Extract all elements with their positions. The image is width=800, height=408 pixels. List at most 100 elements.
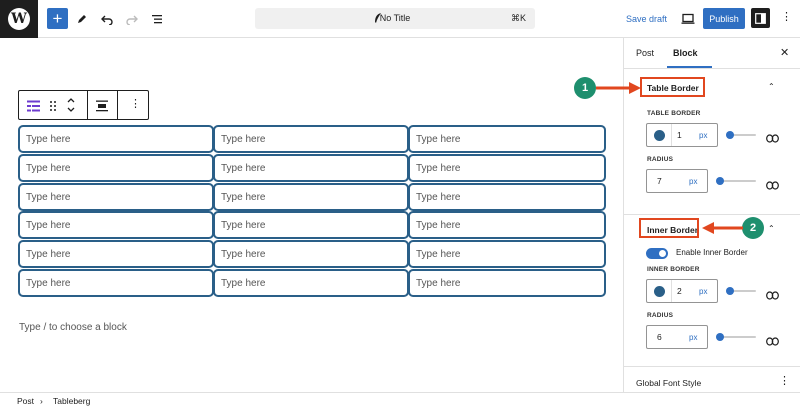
table-cell[interactable]: Type here — [18, 211, 214, 240]
table-radius-slider[interactable] — [716, 176, 756, 186]
preview-icon[interactable] — [678, 9, 698, 29]
table-cell[interactable]: Type here — [18, 269, 214, 297]
table-cell[interactable]: Type here — [18, 153, 214, 182]
table-border-highlight — [640, 77, 705, 97]
tab-block[interactable]: Block — [673, 48, 698, 58]
table-border-label: TABLE BORDER — [647, 110, 701, 117]
save-draft-button[interactable]: Save draft — [626, 14, 667, 24]
table-cell[interactable]: Type here — [408, 240, 606, 269]
table-border-slider[interactable] — [726, 130, 756, 140]
inner-border-slider[interactable] — [726, 286, 756, 296]
divider — [624, 214, 800, 215]
table-cell[interactable]: Type here — [408, 153, 606, 182]
table-cell[interactable]: Type here — [408, 125, 606, 153]
annotation-badge-2: 2 — [742, 217, 764, 239]
annotation-arrow-2 — [701, 221, 743, 240]
table-radius-label: RADIUS — [647, 156, 674, 163]
enable-inner-border-label: Enable Inner Border — [676, 248, 748, 257]
toolbar-divider — [117, 91, 118, 119]
breadcrumb-post[interactable]: Post — [17, 396, 34, 406]
table-radius-value: 7 — [657, 176, 662, 186]
slider-knob[interactable] — [716, 333, 724, 341]
table-cell[interactable]: Type here — [213, 269, 409, 297]
inner-radius-unit[interactable]: px — [689, 333, 697, 342]
link-icon[interactable] — [766, 177, 779, 195]
inner-radius-value: 6 — [657, 332, 662, 342]
table-block-icon[interactable] — [27, 99, 40, 117]
inner-border-highlight — [639, 218, 699, 238]
options-menu-icon[interactable]: ⋮ — [781, 12, 792, 23]
top-toolbar: W + No Title ⌘K Save draft Publish ⋮ — [0, 0, 800, 38]
table-cell[interactable]: Type here — [18, 240, 214, 269]
drag-handle-icon[interactable] — [49, 99, 57, 117]
undo-icon[interactable] — [97, 9, 117, 29]
border-color-swatch[interactable] — [654, 286, 665, 297]
annotation-badge-1: 1 — [574, 77, 596, 99]
table-cell[interactable]: Type here — [213, 182, 409, 211]
divider — [624, 68, 800, 69]
divider — [624, 366, 800, 367]
publish-button[interactable]: Publish — [703, 8, 745, 29]
document-bar[interactable]: No Title ⌘K — [255, 8, 535, 29]
close-icon[interactable]: ✕ — [780, 46, 789, 59]
table-cell[interactable]: Type here — [213, 125, 409, 153]
slider-knob[interactable] — [726, 131, 734, 139]
command-shortcut: ⌘K — [510, 13, 526, 23]
enable-inner-border-toggle[interactable] — [646, 248, 668, 259]
table-radius-unit[interactable]: px — [689, 177, 697, 186]
link-icon[interactable] — [766, 287, 779, 305]
move-up-down-icon[interactable] — [66, 96, 76, 119]
tab-post[interactable]: Post — [636, 48, 654, 58]
wordpress-logo-button[interactable]: W — [0, 0, 38, 38]
inner-border-value: 2 — [677, 286, 682, 296]
table-border-field[interactable]: 1 px — [646, 123, 718, 147]
table-cell[interactable]: Type here — [18, 182, 214, 211]
global-font-style-panel[interactable]: Global Font Style — [636, 378, 701, 388]
table-cell[interactable]: Type here — [213, 211, 409, 240]
block-breadcrumb: Post › Tableberg — [0, 392, 800, 408]
inner-border-field[interactable]: 2 px — [646, 279, 718, 303]
table-cell[interactable]: Type here — [18, 125, 214, 153]
table-cell[interactable]: Type here — [408, 182, 606, 211]
add-block-button[interactable]: + — [47, 8, 68, 29]
document-overview-icon[interactable] — [147, 9, 167, 29]
align-icon[interactable] — [96, 99, 108, 117]
table-border-value: 1 — [677, 130, 682, 140]
table-radius-field[interactable]: 7 px — [646, 169, 708, 193]
slider-knob[interactable] — [726, 287, 734, 295]
inner-border-label: INNER BORDER — [647, 266, 700, 273]
block-options-icon[interactable]: ⋮ — [130, 99, 141, 110]
chevron-right-icon: › — [40, 396, 43, 406]
block-toolbar: ⋮ — [18, 90, 149, 120]
tools-pencil-icon[interactable] — [72, 9, 92, 29]
chevron-up-icon[interactable]: ⌃ — [768, 224, 775, 233]
field-separator — [671, 124, 672, 146]
settings-sidebar-icon[interactable] — [751, 8, 770, 28]
border-color-swatch[interactable] — [654, 130, 665, 141]
link-icon[interactable] — [766, 130, 779, 148]
toolbar-divider — [87, 91, 88, 119]
inner-radius-field[interactable]: 6 px — [646, 325, 708, 349]
breadcrumb-tableberg[interactable]: Tableberg — [53, 396, 90, 406]
table-block[interactable]: Type here Type here Type here Type here Type… — [18, 125, 606, 300]
inner-border-unit[interactable]: px — [699, 287, 707, 296]
toggle-knob — [659, 250, 666, 257]
editor-window: W + No Title ⌘K Save draft Publish ⋮ ⋮ T… — [0, 0, 800, 408]
redo-icon[interactable] — [122, 9, 142, 29]
inner-radius-label: RADIUS — [647, 312, 674, 319]
table-cell[interactable]: Type here — [213, 240, 409, 269]
table-cell[interactable]: Type here — [213, 153, 409, 182]
field-separator — [671, 280, 672, 302]
wordpress-icon: W — [8, 8, 30, 30]
table-cell[interactable]: Type here — [408, 269, 606, 297]
annotation-arrow-1 — [596, 81, 642, 100]
chevron-up-icon[interactable]: ⌃ — [768, 82, 775, 91]
document-title: No Title — [379, 13, 411, 23]
table-cell[interactable]: Type here — [408, 211, 606, 240]
slider-knob[interactable] — [716, 177, 724, 185]
link-icon[interactable] — [766, 333, 779, 351]
panel-options-icon[interactable]: ⋮ — [779, 376, 790, 387]
block-appender[interactable]: Type / to choose a block — [19, 322, 127, 333]
table-border-unit[interactable]: px — [699, 131, 707, 140]
inner-radius-slider[interactable] — [716, 332, 756, 342]
